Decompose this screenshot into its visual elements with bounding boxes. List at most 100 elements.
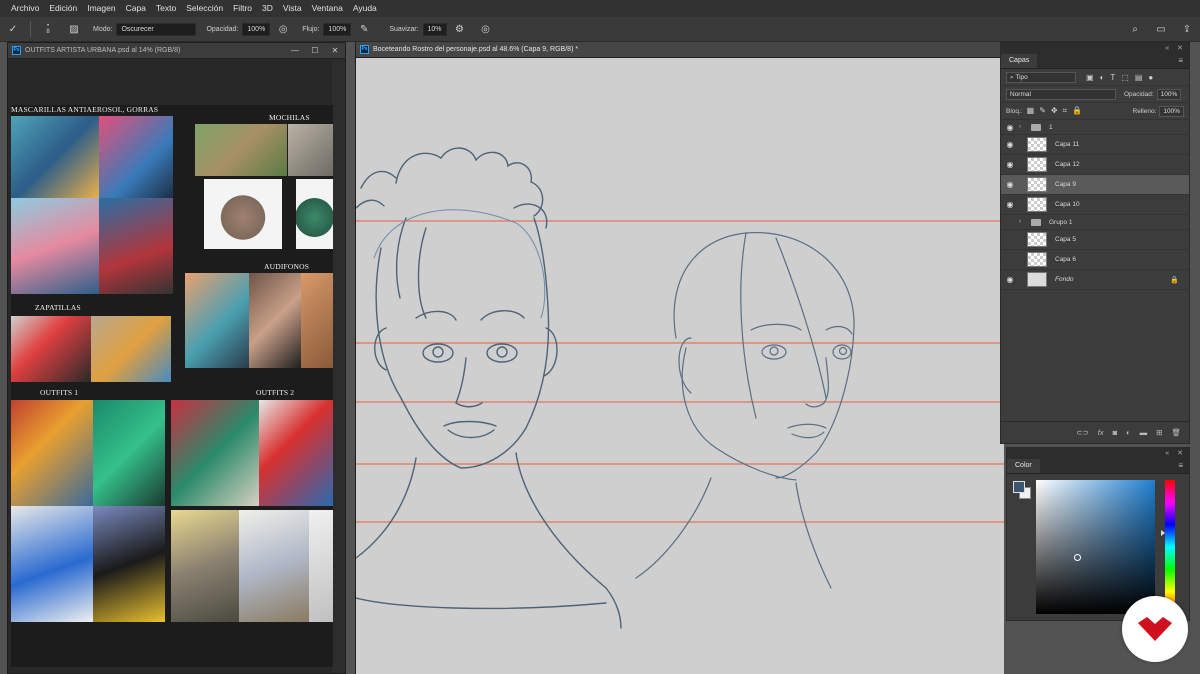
label-headphones: AUDIFONOS — [264, 262, 310, 271]
drawing-canvas[interactable] — [356, 58, 1004, 674]
panel-menu-icon[interactable]: ≡ — [1178, 459, 1183, 473]
lock-move-icon[interactable]: ✥ — [1051, 106, 1058, 116]
hue-slider[interactable] — [1161, 480, 1175, 614]
visibility-eye-icon[interactable]: ◉ — [1001, 180, 1019, 189]
search-icon[interactable]: ⌕ — [1127, 21, 1143, 37]
layer-row[interactable]: ◉ Fondo 🔒 — [1001, 270, 1189, 290]
visibility-eye-icon[interactable]: ◉ — [1001, 140, 1019, 149]
moodboard-tab[interactable]: Ps OUTFITS ARTISTA URBANA.psd al 14% (RG… — [8, 43, 345, 59]
visibility-eye-icon[interactable]: ◉ — [1001, 200, 1019, 209]
menu-capa[interactable]: Capa — [121, 0, 151, 17]
layer-row[interactable]: ◉ Capa 6 — [1001, 250, 1189, 270]
visibility-toggle[interactable]: ◉ — [1001, 255, 1019, 264]
visibility-eye-icon[interactable]: ◉ — [1001, 275, 1019, 284]
menu-seleccion[interactable]: Selección — [181, 0, 228, 17]
menu-bar: Archivo Edición Imagen Capa Texto Selecc… — [0, 0, 1200, 17]
layers-panel: « ✕ Capas ≡ ⌕ Tipo ▣ ◐ T ⬚ ▤ ● Normal Op… — [1000, 42, 1190, 444]
opacity-input[interactable]: 100% — [242, 22, 271, 36]
new-layer-icon[interactable]: ⊞ — [1156, 428, 1162, 437]
lock-artboard-icon[interactable]: ⌗ — [1063, 106, 1068, 116]
sketch-title: Boceteando Rostro del personaje.psd al 4… — [373, 46, 579, 53]
tab-color[interactable]: Color — [1007, 459, 1040, 473]
menu-texto[interactable]: Texto — [151, 0, 181, 17]
foreground-color-swatch[interactable] — [1013, 481, 1025, 493]
panel-close-icon[interactable]: ✕ — [1177, 449, 1183, 457]
layer-row[interactable]: ◉ Capa 5 — [1001, 230, 1189, 250]
workspace-icon[interactable]: ▭ — [1153, 21, 1169, 37]
fx-icon[interactable]: fx — [1098, 428, 1104, 437]
filter-shape-icon[interactable]: ⬚ — [1121, 73, 1129, 82]
mode-select[interactable]: Oscurecer — [116, 22, 197, 36]
color-picker-field[interactable] — [1036, 480, 1155, 614]
layer-row[interactable]: ◉ Capa 10 — [1001, 195, 1189, 215]
filter-pixel-icon[interactable]: ▣ — [1086, 73, 1094, 82]
menu-archivo[interactable]: Archivo — [6, 0, 44, 17]
filter-adjust-icon[interactable]: ◐ — [1100, 73, 1105, 82]
layer-row[interactable]: ◉ Capa 11 — [1001, 135, 1189, 155]
layer-thumbnail — [1027, 252, 1047, 267]
lock-paint-icon[interactable]: ✎ — [1039, 106, 1046, 116]
panel-menu-icon[interactable]: ≡ — [1178, 54, 1183, 68]
photo-outfit-2e — [309, 510, 333, 622]
add-mask-icon[interactable]: ◙ — [1113, 428, 1118, 437]
visibility-eye-icon[interactable]: ◉ — [1001, 123, 1019, 132]
minimize-button[interactable]: — — [285, 46, 305, 55]
tab-capas[interactable]: Capas — [1001, 54, 1038, 68]
adjustment-layer-icon[interactable]: ◐ — [1126, 428, 1131, 437]
pressure-opacity-icon[interactable]: ◎ — [275, 21, 291, 37]
hue-slider-handle[interactable] — [1161, 530, 1165, 536]
brush-preset-icon[interactable]: • 8 — [40, 21, 56, 37]
flow-input[interactable]: 100% — [323, 22, 352, 36]
opacity-label: Opacidad: — [1124, 90, 1154, 98]
collapse-icon[interactable]: « — [1165, 450, 1169, 457]
menu-ventana[interactable]: Ventana — [307, 0, 348, 17]
new-group-icon[interactable]: ▬ — [1140, 428, 1148, 437]
panel-close-icon[interactable]: ✕ — [1177, 44, 1183, 52]
folder-icon — [1031, 123, 1041, 131]
lock-all-icon[interactable]: 🔒 — [1072, 106, 1082, 116]
link-layers-icon[interactable]: ⊂⊃ — [1076, 428, 1089, 437]
layer-name: Capa 5 — [1055, 236, 1076, 243]
close-button[interactable]: ✕ — [325, 46, 345, 55]
menu-vista[interactable]: Vista — [278, 0, 307, 17]
layer-row[interactable]: ◉ › Grupo 1 — [1001, 215, 1189, 230]
layer-filter-select[interactable]: ⌕ Tipo — [1006, 71, 1076, 83]
label-masks: MASCARILLAS ANTIAEROSOL, GORRAS — [11, 105, 159, 114]
filter-text-icon[interactable]: T — [1110, 73, 1115, 82]
gear-icon[interactable]: ⚙ — [452, 21, 468, 37]
airbrush-icon[interactable]: ✎ — [356, 21, 372, 37]
menu-edicion[interactable]: Edición — [44, 0, 82, 17]
face-sketch-three-quarter — [635, 232, 855, 589]
brush-tool-icon[interactable]: ✓ — [5, 21, 21, 37]
filter-smart-icon[interactable]: ▤ — [1135, 73, 1143, 82]
expand-chevron-icon[interactable]: › — [1019, 124, 1027, 130]
layer-thumbnail — [1027, 177, 1047, 192]
smooth-input[interactable]: 10% — [422, 22, 447, 36]
color-picker-cursor[interactable] — [1074, 554, 1081, 561]
visibility-toggle[interactable]: ◉ — [1001, 235, 1019, 244]
layer-row-selected[interactable]: ◉ Capa 9 — [1001, 175, 1189, 195]
menu-ayuda[interactable]: Ayuda — [348, 0, 382, 17]
filter-toggle-icon[interactable]: ● — [1148, 73, 1153, 82]
menu-3d[interactable]: 3D — [257, 0, 278, 17]
layer-filter-value: Tipo — [1015, 73, 1028, 81]
layer-row[interactable]: ◉ › 1 — [1001, 120, 1189, 135]
menu-filtro[interactable]: Filtro — [228, 0, 257, 17]
lock-transparent-icon[interactable]: ▦ — [1027, 106, 1035, 116]
sketch-tab[interactable]: Ps Boceteando Rostro del personaje.psd a… — [356, 42, 1003, 58]
layer-row[interactable]: ◉ Capa 12 — [1001, 155, 1189, 175]
vertical-scrollbar[interactable] — [332, 60, 345, 673]
layer-opacity-input[interactable]: 100% — [1156, 88, 1182, 100]
blend-mode-select[interactable]: Normal — [1006, 88, 1116, 100]
brush-panel-icon[interactable]: ▨ — [66, 21, 82, 37]
trash-icon[interactable]: 🗑 — [1171, 428, 1181, 437]
collapse-icon[interactable]: « — [1165, 45, 1169, 52]
maximize-button[interactable]: ☐ — [305, 46, 325, 55]
pressure-size-icon[interactable]: ◎ — [478, 21, 494, 37]
visibility-toggle[interactable]: ◉ — [1001, 218, 1019, 227]
share-icon[interactable]: ⇪ — [1179, 21, 1195, 37]
menu-imagen[interactable]: Imagen — [82, 0, 120, 17]
visibility-eye-icon[interactable]: ◉ — [1001, 160, 1019, 169]
expand-chevron-icon[interactable]: › — [1019, 219, 1027, 225]
fill-input[interactable]: 100% — [1159, 105, 1184, 117]
